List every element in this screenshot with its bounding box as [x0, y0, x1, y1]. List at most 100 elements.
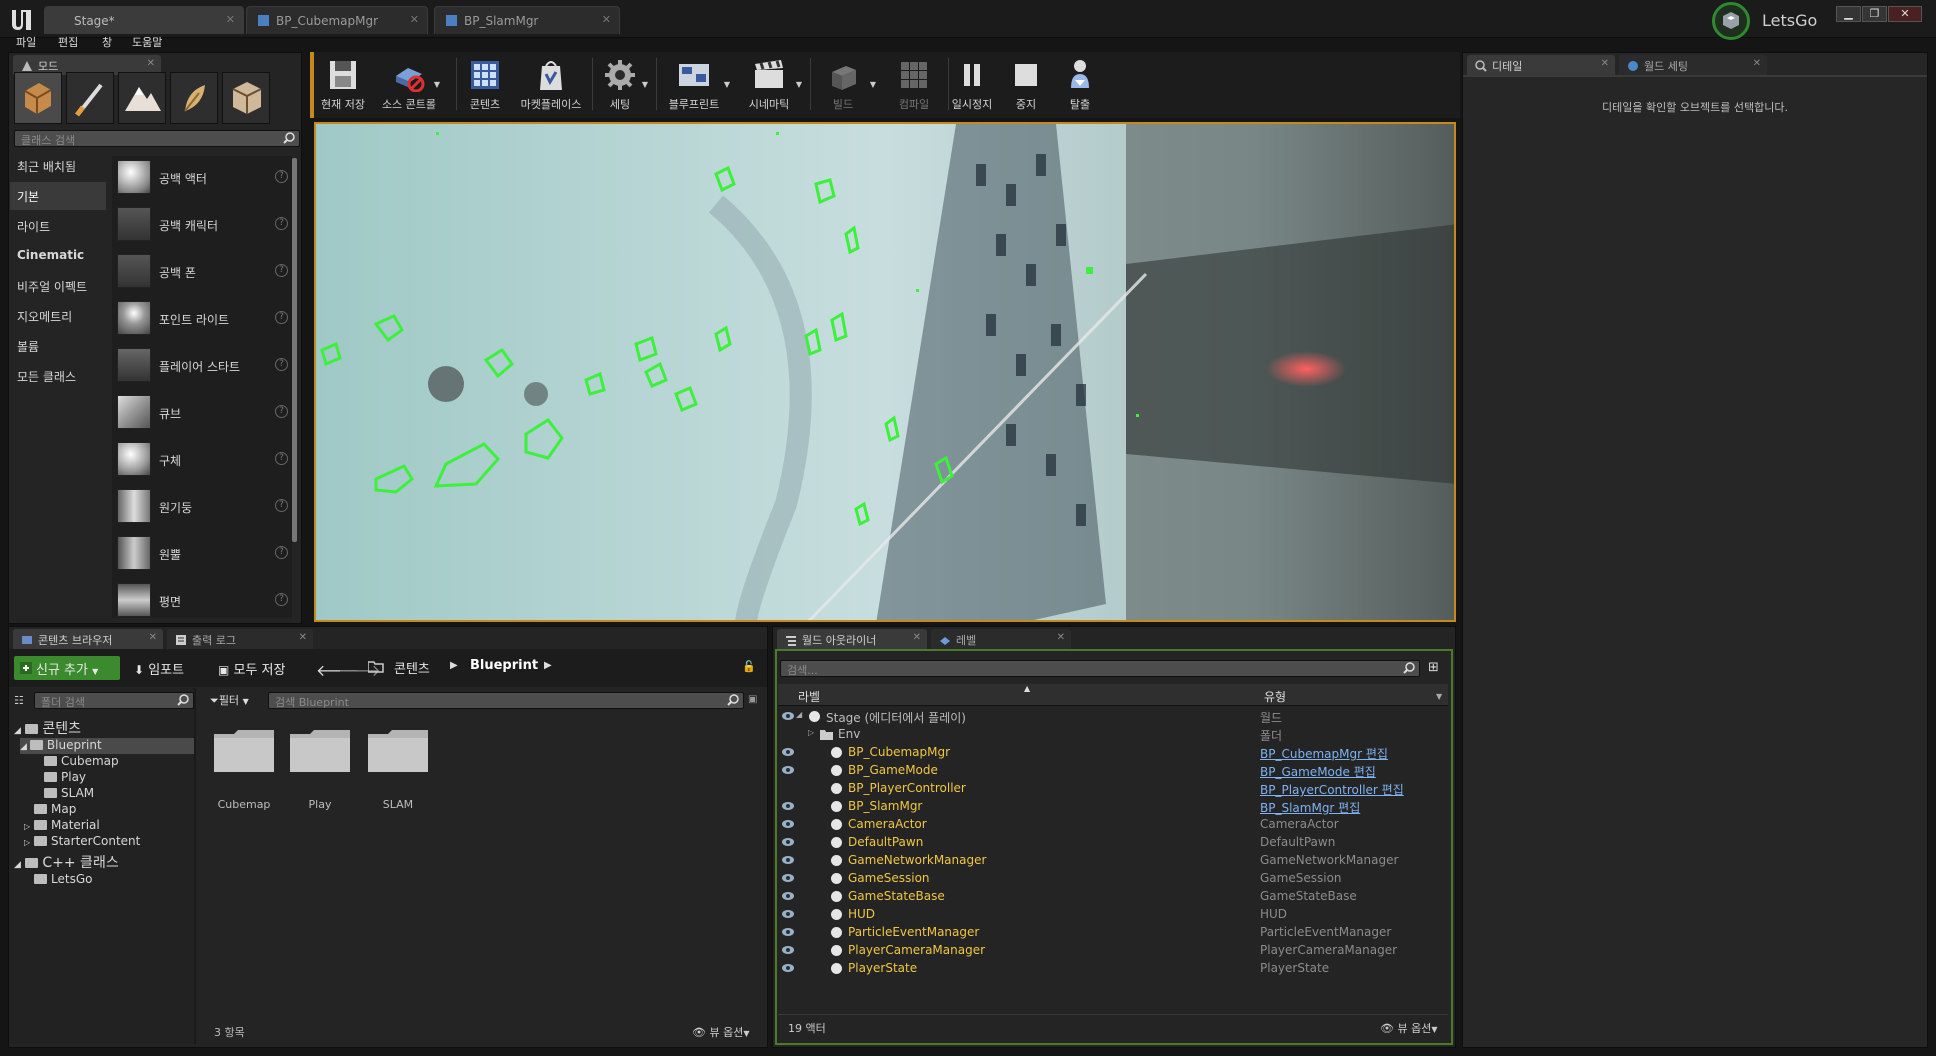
- list-item-point-light[interactable]: 포인트 라이트?: [114, 297, 290, 341]
- close-icon[interactable]: ✕: [410, 13, 419, 26]
- outliner-row[interactable]: GameNetworkManager GameNetworkManager: [778, 852, 1446, 870]
- help-icon[interactable]: ?: [275, 358, 288, 371]
- visibility-eye-icon[interactable]: [781, 873, 795, 883]
- edit-blueprint-link[interactable]: BP_PlayerController 편집: [1260, 781, 1404, 798]
- outliner-row[interactable]: GameStateBase GameStateBase: [778, 888, 1446, 906]
- column-type[interactable]: 유형: [1264, 688, 1286, 705]
- category-visual-effects[interactable]: 비주얼 이펙트: [10, 272, 106, 300]
- landscape-mode-button[interactable]: [118, 72, 166, 124]
- tree-item-letsgo[interactable]: LetsGo: [34, 872, 92, 886]
- expand-icon[interactable]: ◢: [796, 710, 802, 719]
- outliner-row[interactable]: CameraActor CameraActor: [778, 816, 1446, 834]
- tree-item-slam[interactable]: SLAM: [44, 786, 94, 800]
- tree-item-material[interactable]: ▷ Material: [24, 818, 100, 832]
- import-button[interactable]: ⬇ 임포트: [128, 656, 200, 680]
- help-icon[interactable]: ?: [275, 311, 288, 324]
- list-item-cylinder[interactable]: 원기둥?: [114, 485, 290, 529]
- tree-item-blueprint[interactable]: ◢ Blueprint: [20, 738, 194, 754]
- edit-blueprint-link[interactable]: BP_SlamMgr 편집: [1260, 799, 1360, 816]
- tab-output-log[interactable]: 출력 로그 ✕: [167, 629, 313, 649]
- outliner-row[interactable]: BP_GameMode BP_GameMode 편집: [778, 762, 1446, 780]
- close-icon[interactable]: ✕: [226, 13, 235, 26]
- close-icon[interactable]: ✕: [602, 13, 611, 26]
- visibility-eye-icon[interactable]: [781, 963, 795, 973]
- visibility-eye-icon[interactable]: [781, 819, 795, 829]
- outliner-view-options-button[interactable]: 👁 뷰 옵션▼: [1380, 1020, 1437, 1036]
- expand-icon[interactable]: ▷: [808, 728, 814, 737]
- tab-levels[interactable]: 레벨 ✕: [931, 629, 1071, 649]
- breadcrumb-content[interactable]: 콘텐츠: [394, 658, 430, 677]
- save-all-button[interactable]: ▣ 모두 저장: [212, 656, 304, 680]
- tree-item-cpp-classes[interactable]: ◢ C++ 클래스: [14, 852, 119, 872]
- close-icon[interactable]: ✕: [299, 632, 307, 643]
- visibility-eye-icon[interactable]: [781, 855, 795, 865]
- visibility-eye-icon[interactable]: [781, 927, 795, 937]
- close-icon[interactable]: ✕: [147, 58, 155, 69]
- list-item-cube[interactable]: 큐브?: [114, 391, 290, 435]
- close-icon[interactable]: ✕: [149, 632, 157, 643]
- close-window-button[interactable]: ✕: [1888, 6, 1922, 22]
- outliner-row[interactable]: PlayerState PlayerState: [778, 960, 1446, 978]
- save-search-icon[interactable]: ▣: [748, 694, 757, 705]
- outliner-search-input[interactable]: 검색...: [780, 660, 1420, 677]
- settings-button[interactable]: 세팅 ▼: [590, 54, 650, 116]
- tab-content-browser[interactable]: 콘텐츠 브라우저 ✕: [13, 629, 163, 649]
- list-item-plane[interactable]: 평면?: [114, 579, 290, 623]
- tree-item-cubemap[interactable]: Cubemap: [44, 754, 119, 768]
- place-mode-button[interactable]: [14, 72, 62, 124]
- category-recent[interactable]: 최근 배치됨: [10, 152, 106, 180]
- visibility-eye-icon[interactable]: [781, 765, 795, 775]
- tree-item-play[interactable]: Play: [44, 770, 86, 784]
- outliner-row[interactable]: PlayerCameraManager PlayerCameraManager: [778, 942, 1446, 960]
- menu-edit[interactable]: 편집: [58, 34, 78, 50]
- doc-tab-bp-cubemapmgr[interactable]: BP_CubemapMgr ✕: [246, 6, 428, 34]
- tab-details[interactable]: 디테일 ✕: [1467, 55, 1615, 75]
- help-icon[interactable]: ?: [275, 170, 288, 183]
- restore-button[interactable]: ❐: [1862, 6, 1887, 22]
- add-new-button[interactable]: 신규 추가 ▼: [14, 656, 120, 680]
- category-lights[interactable]: 라이트: [10, 212, 106, 240]
- category-geometry[interactable]: 지오메트리: [10, 302, 106, 330]
- pause-button[interactable]: 일시정지: [940, 54, 1004, 116]
- list-item-cone[interactable]: 원뿔?: [114, 532, 290, 576]
- outliner-row[interactable]: DefaultPawn DefaultPawn: [778, 834, 1446, 852]
- visibility-eye-icon[interactable]: [781, 891, 795, 901]
- visibility-eye-icon[interactable]: [781, 909, 795, 919]
- close-icon[interactable]: ✕: [913, 632, 921, 643]
- list-scrollbar[interactable]: [292, 158, 297, 542]
- minimize-button[interactable]: ▁: [1836, 6, 1861, 22]
- menu-help[interactable]: 도움말: [132, 34, 162, 50]
- filter-button[interactable]: ⏷필터 ▼: [210, 692, 249, 708]
- category-cinematic[interactable]: Cinematic: [10, 242, 106, 270]
- asset-search-input[interactable]: 검색 Blueprint: [268, 692, 744, 709]
- tab-world-outliner[interactable]: 월드 아웃라이너 ✕: [777, 629, 927, 649]
- help-icon[interactable]: ?: [275, 593, 288, 606]
- outliner-row[interactable]: BP_SlamMgr BP_SlamMgr 편집: [778, 798, 1446, 816]
- folder-tile-play[interactable]: Play: [288, 726, 352, 811]
- help-icon[interactable]: ?: [275, 264, 288, 277]
- outliner-row[interactable]: HUD HUD: [778, 906, 1446, 924]
- folder-tile-slam[interactable]: SLAM: [366, 726, 430, 811]
- add-folder-icon[interactable]: ⊞: [1428, 660, 1439, 675]
- level-viewport[interactable]: [314, 122, 1456, 622]
- outliner-row[interactable]: ▷ Env 폴더: [778, 726, 1446, 744]
- doc-tab-stage[interactable]: Stage* ✕: [44, 6, 244, 34]
- close-icon[interactable]: ✕: [1057, 632, 1065, 643]
- visibility-eye-icon[interactable]: [781, 945, 795, 955]
- close-icon[interactable]: ✕: [1753, 58, 1761, 69]
- tab-world-settings[interactable]: 월드 세팅 ✕: [1619, 55, 1767, 75]
- help-icon[interactable]: ?: [275, 452, 288, 465]
- category-all-classes[interactable]: 모든 클래스: [10, 362, 106, 390]
- outliner-row[interactable]: BP_PlayerController BP_PlayerController 편…: [778, 780, 1446, 798]
- foliage-mode-button[interactable]: [170, 72, 218, 124]
- cinematics-button[interactable]: 시네마틱 ▼: [734, 54, 804, 116]
- list-item-empty-character[interactable]: 공백 캐릭터?: [114, 203, 290, 247]
- outliner-row[interactable]: GameSession GameSession: [778, 870, 1446, 888]
- help-icon[interactable]: ?: [275, 217, 288, 230]
- save-current-button[interactable]: 현재 저장: [310, 54, 376, 116]
- folder-tile-cubemap[interactable]: Cubemap: [212, 726, 276, 811]
- visibility-eye-icon[interactable]: [781, 801, 795, 811]
- edit-blueprint-link[interactable]: BP_CubemapMgr 편집: [1260, 745, 1388, 762]
- menu-window[interactable]: 창: [102, 34, 112, 50]
- category-volumes[interactable]: 볼륨: [10, 332, 106, 360]
